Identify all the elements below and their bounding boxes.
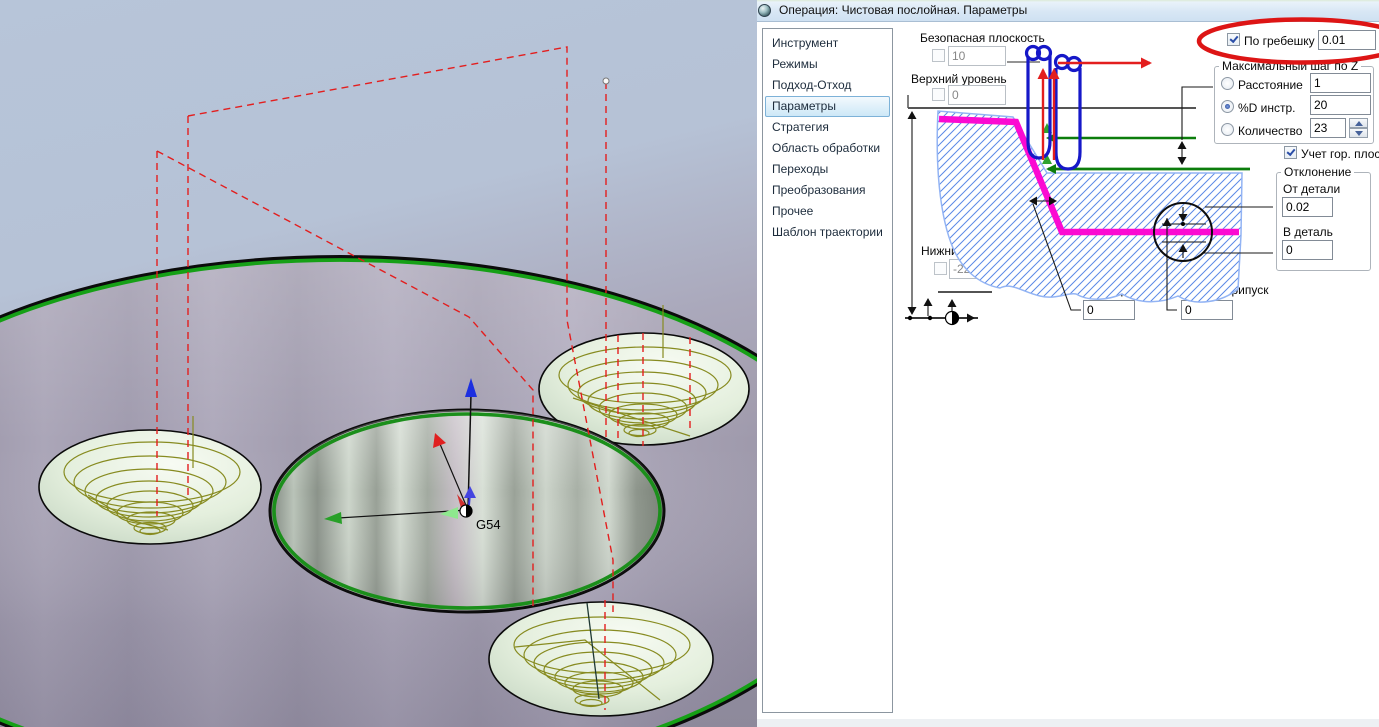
scallop-input[interactable] — [1318, 30, 1376, 50]
bottom-level-input — [949, 259, 1007, 279]
radio-count[interactable] — [1221, 123, 1234, 136]
radio-percent-d-label: %D инстр. — [1238, 101, 1296, 115]
deviation-group-label: Отклонение — [1281, 165, 1355, 179]
sidebar-item-work-area[interactable]: Область обработки — [765, 138, 890, 159]
radio-distance[interactable] — [1221, 77, 1234, 90]
distance-input[interactable] — [1310, 73, 1371, 93]
radial-stock-label: Рад. припуск — [1086, 283, 1158, 297]
top-level-label: Верхний уровень — [911, 72, 1007, 86]
percent-d-input[interactable] — [1310, 95, 1371, 115]
bottom-level-checkbox[interactable] — [934, 262, 947, 275]
sidebar-item-misc[interactable]: Прочее — [765, 201, 890, 222]
spinner-up-icon[interactable] — [1349, 118, 1368, 128]
horiz-planes-label: Учет гор. плоскостей — [1301, 147, 1379, 161]
horiz-planes-checkbox[interactable] — [1284, 146, 1297, 159]
start-point-marker — [602, 77, 610, 85]
safe-plane-checkbox[interactable] — [932, 49, 945, 62]
pages-list: Инструмент Режимы Подход-Отход Параметры… — [762, 28, 893, 713]
sidebar-item-approach-retract[interactable]: Подход-Отход — [765, 75, 890, 96]
sidebar-item-transitions[interactable]: Переходы — [765, 159, 890, 180]
wcs-label: G54 — [476, 517, 501, 532]
axial-stock-label: Осевой припуск — [1180, 283, 1269, 297]
sidebar-item-parameters[interactable]: Параметры — [765, 96, 890, 117]
scallop-label: По гребешку — [1244, 34, 1315, 48]
sidebar-item-strategy[interactable]: Стратегия — [765, 117, 890, 138]
pocket-toolpath — [488, 601, 714, 717]
top-level-input — [948, 85, 1006, 105]
radio-percent-d[interactable] — [1221, 100, 1234, 113]
radio-distance-label: Расстояние — [1238, 78, 1303, 92]
safe-plane-label: Безопасная плоскость — [920, 31, 1045, 45]
scallop-checkbox[interactable] — [1227, 33, 1240, 46]
from-part-input[interactable] — [1282, 197, 1333, 217]
into-part-label: В деталь — [1283, 225, 1333, 239]
into-part-input[interactable] — [1282, 240, 1333, 260]
dialog-title-bar[interactable]: Операция: Чистовая послойная. Параметры — [745, 0, 1379, 22]
sidebar-item-modes[interactable]: Режимы — [765, 54, 890, 75]
from-part-label: От детали — [1283, 182, 1341, 196]
viewport-3d[interactable]: G54 — [0, 0, 757, 727]
dialog-title: Операция: Чистовая послойная. Параметры — [779, 3, 1028, 17]
axial-stock-input[interactable] — [1181, 300, 1233, 320]
sidebar-item-transforms[interactable]: Преобразования — [765, 180, 890, 201]
radio-count-label: Количество — [1238, 124, 1303, 138]
bottom-level-label: Нижний уровень — [921, 244, 1013, 258]
operation-icon — [758, 4, 771, 17]
max-step-group-label: Максимальный шаг по Z — [1219, 59, 1362, 73]
count-spinner — [1349, 118, 1368, 138]
count-input[interactable] — [1310, 118, 1346, 138]
safe-plane-input — [948, 46, 1006, 66]
dialog-bottom-strip — [757, 719, 1379, 727]
top-level-checkbox[interactable] — [932, 88, 945, 101]
screenshot-root: G54 Операция: Чистовая послойная. Параме… — [0, 0, 1379, 727]
sidebar-item-tool[interactable]: Инструмент — [765, 33, 890, 54]
radial-stock-input[interactable] — [1083, 300, 1135, 320]
sidebar-item-path-template[interactable]: Шаблон траектории — [765, 222, 890, 243]
spinner-down-icon[interactable] — [1349, 128, 1368, 138]
